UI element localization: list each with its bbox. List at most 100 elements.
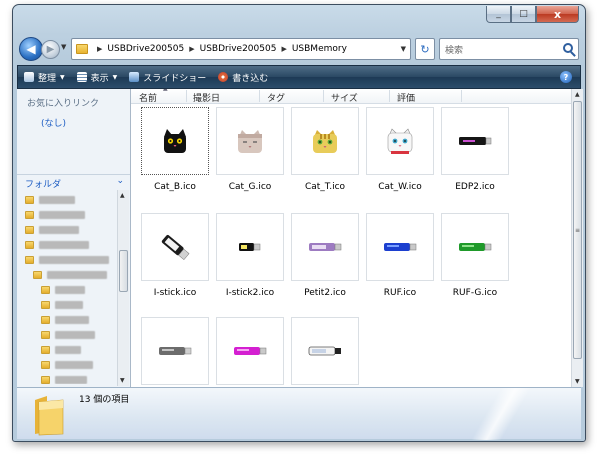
file-tile[interactable]: I-stick.ico [139,213,211,298]
folder-tree [25,192,117,384]
sort-ascending-icon: ▲ [163,89,168,92]
breadcrumb-separator-icon[interactable]: ▶ [281,45,286,53]
folder-icon [41,345,50,354]
tree-item[interactable] [25,267,117,282]
scroll-down-icon[interactable]: ▼ [120,377,125,384]
breadcrumb-item[interactable]: USBDrive200505 [200,44,277,54]
column-divider[interactable] [186,90,187,102]
close-button[interactable]: x [536,6,579,23]
blurred-folder-name [55,345,81,354]
back-button[interactable]: ◀ [19,37,43,61]
column-divider[interactable] [461,90,462,102]
folder-icon [76,44,88,54]
tree-item[interactable] [25,372,117,384]
scroll-up-icon[interactable]: ▲ [575,91,580,98]
folders-header[interactable]: フォルダ ⌄ [17,174,130,190]
column-header-rating[interactable]: 評価 [397,91,415,104]
address-dropdown-icon[interactable]: ▼ [401,45,406,53]
tree-item[interactable] [25,252,117,267]
blurred-folder-name [55,300,83,309]
breadcrumb-separator-icon[interactable]: ▶ [189,45,194,53]
breadcrumb-separator-icon[interactable]: ▶ [97,45,102,53]
tree-item[interactable] [25,282,117,297]
file-tile[interactable]: RUF.ico [364,213,436,298]
file-name: Petit2.ico [304,288,346,298]
file-thumbnail [366,107,434,175]
file-tile[interactable]: Petit2.ico [289,213,361,298]
file-tile[interactable] [214,317,286,387]
help-icon[interactable]: ? [560,71,572,83]
tree-item[interactable] [25,312,117,327]
column-header-name[interactable]: 名前 [139,91,157,104]
file-tile[interactable]: Cat_T.ico [289,107,361,192]
column-header-date-taken[interactable]: 撮影日 [193,91,220,104]
scroll-up-icon[interactable]: ▲ [120,192,125,199]
organize-label: 整理 [38,73,57,84]
scroll-down-icon[interactable]: ▼ [575,378,580,385]
search-input[interactable]: 検索 [439,38,579,60]
file-tile[interactable]: Cat_W.ico [364,107,436,192]
forward-button[interactable]: ▶ [41,40,60,59]
folder-icon [41,375,50,384]
blurred-folder-name [39,195,75,204]
slideshow-icon [129,72,140,82]
refresh-button[interactable]: ↻ [415,38,435,60]
forward-arrow-icon: ▶ [46,44,55,55]
folder-tree-scrollbar[interactable]: ▲ ▼ [117,190,129,386]
tree-item[interactable] [25,327,117,342]
folder-icon [41,360,50,369]
file-name: RUF.ico [383,288,417,298]
file-tile[interactable]: EDP2.ico [439,107,511,192]
views-icon [76,72,87,82]
organize-menu[interactable]: 整理 ▼ [24,71,65,84]
file-tile[interactable] [289,317,361,387]
blurred-folder-name [55,315,89,324]
tree-item[interactable] [25,222,117,237]
refresh-icon: ↻ [420,42,430,56]
chevron-down-icon: ▼ [60,73,65,81]
tree-item[interactable] [25,207,117,222]
column-divider[interactable] [389,90,390,102]
file-thumbnail [216,107,284,175]
slideshow-button[interactable]: スライドショー [129,71,206,84]
address-bar[interactable]: ▶ USBDrive200505 ▶ USBDrive200505 ▶ USBM… [71,38,411,60]
file-thumbnail [216,213,284,281]
column-header-size[interactable]: サイズ [331,91,358,104]
file-tile[interactable] [139,317,211,387]
organize-icon [24,72,34,82]
file-list-scrollbar[interactable]: ▲ ≡ ▼ [571,89,583,387]
folder-icon [25,195,34,204]
tree-item[interactable] [25,297,117,312]
file-tile[interactable]: RUF-G.ico [439,213,511,298]
usb-gray-icon [159,347,192,355]
file-tile[interactable]: Cat_B.ico [139,107,211,192]
search-placeholder: 検索 [445,45,464,56]
file-name: Cat_T.ico [304,182,346,192]
file-thumbnail [291,213,359,281]
file-thumbnail [216,317,284,385]
burn-button[interactable]: 書き込む [218,71,268,84]
breadcrumb-item[interactable]: USBMemory [292,44,347,54]
breadcrumb-item[interactable]: USBDrive200505 [107,44,184,54]
tree-item[interactable] [25,192,117,207]
back-arrow-icon: ◀ [26,42,36,56]
tree-item[interactable] [25,342,117,357]
views-menu[interactable]: 表示 ▼ [76,71,118,84]
chevron-down-icon: ▼ [112,73,118,81]
maximize-button[interactable]: □ [511,6,536,23]
scrollbar-grip-icon: ≡ [575,227,581,234]
chevron-down-icon: ⌄ [116,176,124,186]
column-header-tags[interactable]: タグ [267,91,285,104]
usb-purple-icon [309,243,342,251]
scrollbar-thumb[interactable] [119,250,128,292]
file-tile[interactable]: I-stick2.ico [214,213,286,298]
file-thumbnail [291,107,359,175]
search-icon[interactable] [563,43,573,53]
column-divider[interactable] [323,90,324,102]
file-tile[interactable]: Cat_G.ico [214,107,286,192]
tree-item[interactable] [25,237,117,252]
recent-pages-dropdown-icon[interactable]: ▼ [61,43,66,51]
tree-item[interactable] [25,357,117,372]
column-divider[interactable] [259,90,260,102]
minimize-button[interactable]: _ [486,6,511,23]
